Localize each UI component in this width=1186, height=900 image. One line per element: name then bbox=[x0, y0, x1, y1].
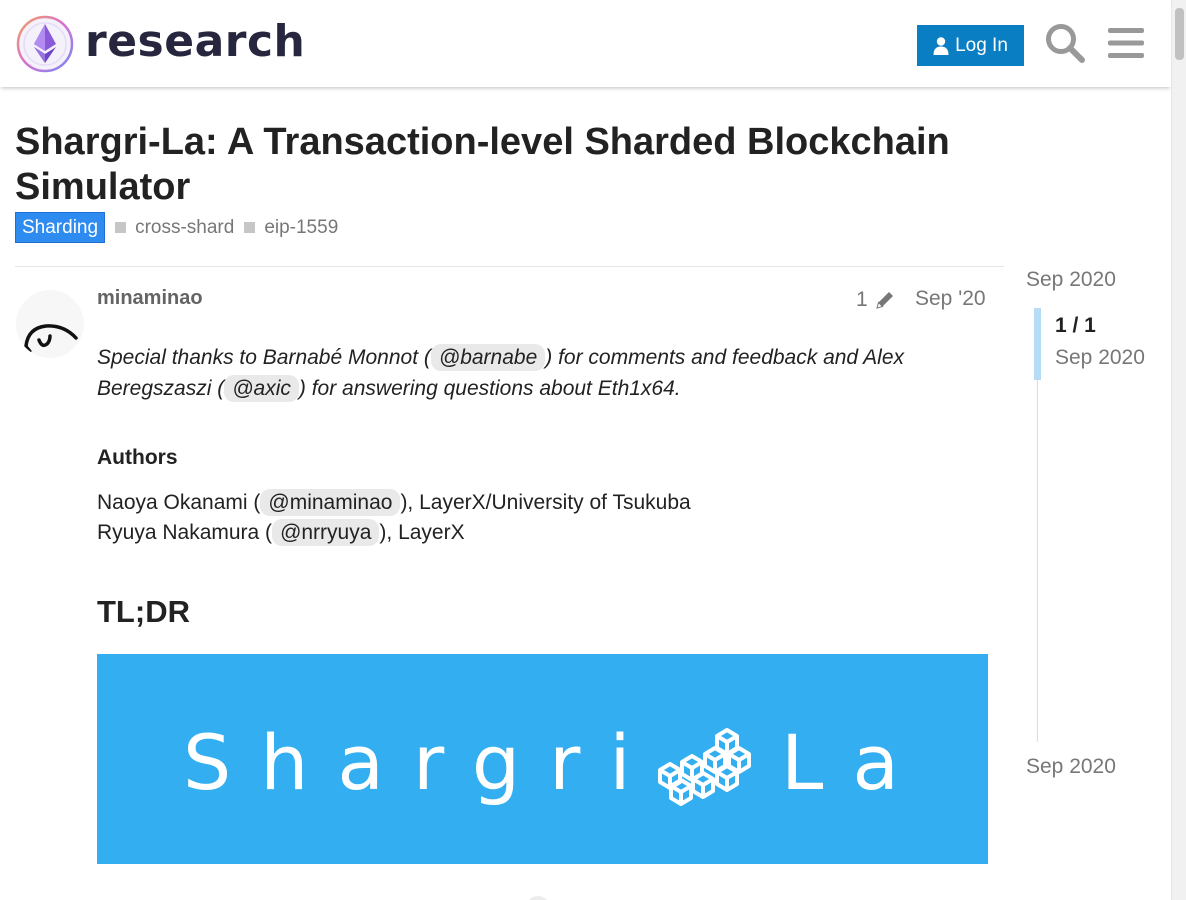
scrollbar-thumb[interactable] bbox=[1175, 8, 1184, 60]
tag-eip-1559[interactable]: eip-1559 bbox=[244, 217, 338, 239]
hamburger-menu-icon[interactable] bbox=[1105, 22, 1147, 64]
partial-element-below bbox=[526, 896, 550, 900]
ethereum-research-logo-icon bbox=[16, 15, 74, 73]
timeline-scroller-handle[interactable] bbox=[1034, 308, 1041, 380]
post-date[interactable]: Sep '20 bbox=[915, 287, 986, 311]
author-affiliation: ), LayerX bbox=[379, 521, 465, 544]
user-icon bbox=[933, 36, 949, 55]
category-badge[interactable]: Sharding bbox=[15, 212, 106, 243]
tag-cross-shard[interactable]: cross-shard bbox=[115, 217, 234, 239]
shargri-la-banner-image[interactable]: Shargri La bbox=[97, 654, 988, 864]
post-intro-paragraph: Special thanks to Barnabé Monnot (@barna… bbox=[97, 342, 997, 404]
title-divider bbox=[15, 266, 1004, 267]
site-header: research Log In bbox=[0, 0, 1171, 87]
page-scrollbar[interactable] bbox=[1171, 0, 1186, 900]
tag-label: cross-shard bbox=[135, 216, 235, 238]
intro-text: Special thanks to Barnabé Monnot ( bbox=[97, 346, 431, 369]
tldr-heading: TL;DR bbox=[97, 594, 190, 629]
timeline-end-date[interactable]: Sep 2020 bbox=[1026, 755, 1116, 779]
authors-heading: Authors bbox=[97, 446, 178, 469]
site-name: research bbox=[85, 16, 306, 67]
topic-tags: Sharding cross-shard eip-1559 bbox=[15, 212, 338, 243]
author-name: Ryuya Nakamura ( bbox=[97, 521, 273, 544]
mention-nrryuya[interactable]: @nrryuya bbox=[272, 519, 380, 546]
login-button-label: Log In bbox=[955, 34, 1008, 56]
tag-label: eip-1559 bbox=[264, 216, 339, 238]
mention-axic[interactable]: @axic bbox=[224, 375, 299, 402]
pencil-icon bbox=[875, 292, 893, 309]
banner-text-left: Shargri bbox=[183, 718, 660, 807]
banner-text-right: La bbox=[781, 718, 928, 807]
mention-barnabe[interactable]: @barnabe bbox=[430, 344, 546, 371]
post-username[interactable]: minaminao bbox=[97, 287, 203, 310]
edit-count: 1 bbox=[856, 288, 868, 311]
cubes-logo-icon bbox=[658, 728, 751, 806]
intro-text: ) for answering questions about Eth1x64. bbox=[298, 377, 681, 400]
timeline-start-date[interactable]: Sep 2020 bbox=[1026, 268, 1116, 292]
site-logo[interactable]: research bbox=[16, 14, 305, 74]
avatar[interactable] bbox=[16, 290, 84, 358]
author-affiliation: ), LayerX/University of Tsukuba bbox=[400, 491, 691, 514]
author-line: Naoya Okanami (@minaminao), LayerX/Unive… bbox=[97, 488, 997, 518]
author-line: Ryuya Nakamura (@nrryuya), LayerX bbox=[97, 518, 997, 548]
mention-minaminao[interactable]: @minaminao bbox=[260, 489, 401, 516]
authors-list: Naoya Okanami (@minaminao), LayerX/Unive… bbox=[97, 488, 997, 548]
avatar-eye-drawing-icon bbox=[24, 324, 78, 353]
topic-title[interactable]: Shargri-La: A Transaction-level Sharded … bbox=[15, 120, 1015, 210]
login-button[interactable]: Log In bbox=[917, 25, 1024, 66]
edit-history-button[interactable]: 1 bbox=[856, 288, 896, 312]
search-icon[interactable] bbox=[1044, 22, 1086, 64]
tag-square-icon bbox=[244, 222, 256, 233]
tag-square-icon bbox=[115, 222, 127, 233]
timeline-position-date: Sep 2020 bbox=[1055, 346, 1145, 369]
banner-logo: Shargri La bbox=[183, 718, 928, 807]
timeline-position: 1 / 1 bbox=[1055, 314, 1096, 337]
author-name: Naoya Okanami ( bbox=[97, 491, 261, 514]
